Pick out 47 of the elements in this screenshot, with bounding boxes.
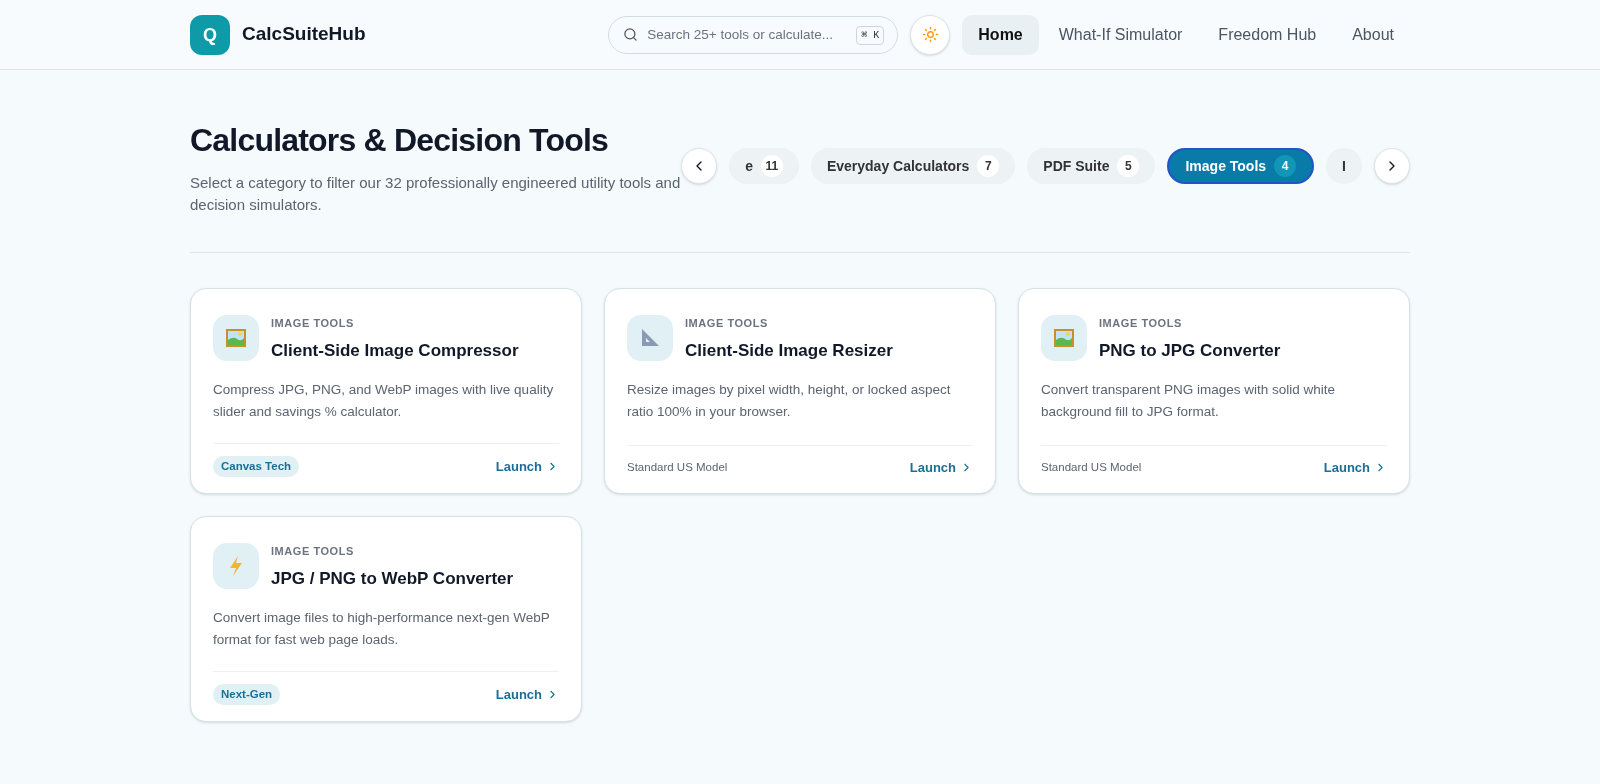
- card-tag: Canvas Tech: [213, 455, 300, 477]
- category-pill[interactable]: I: [1326, 148, 1362, 184]
- nav-link[interactable]: Home: [962, 14, 1039, 55]
- tool-card[interactable]: IMAGE TOOLS JPG / PNG to WebP Converter Convert image files to high-performance next-gen WebP format for fast web page loads. Next-Gen Launch: [190, 516, 582, 722]
- nav-link[interactable]: Freedom Hub: [1202, 14, 1333, 55]
- category-pill[interactable]: PDF Suite 5: [1027, 148, 1156, 184]
- card-description: Resize images by pixel width, height, or locked aspect ratio 100% in your browser.: [627, 381, 952, 421]
- card-description: Compress JPG, PNG, and WebP images with live quality slider and savings % calculator.: [213, 381, 555, 421]
- scroll-right-button[interactable]: [1374, 148, 1410, 184]
- tool-card[interactable]: IMAGE TOOLS PNG to JPG Converter Convert transparent PNG images with solid white background fill to JPG format. Standard US Model Launch: [1018, 288, 1410, 494]
- launch-link[interactable]: Launch: [909, 457, 973, 477]
- launch-link[interactable]: Launch: [495, 456, 559, 477]
- card-note: Standard US Model: [1041, 459, 1142, 475]
- card-title: PNG to JPG Converter: [1099, 339, 1281, 362]
- launch-link[interactable]: Launch: [495, 684, 559, 705]
- shortcut-key: ⌘ K: [856, 25, 885, 45]
- logo-icon: Q: [190, 14, 230, 55]
- card-note: Standard US Model: [627, 459, 728, 475]
- category-pill[interactable]: e 11: [729, 148, 799, 184]
- launch-link[interactable]: Launch: [1323, 457, 1387, 477]
- search-icon: [623, 26, 639, 42]
- card-tag: Next-Gen: [213, 683, 281, 705]
- card-category: IMAGE TOOLS: [271, 544, 355, 559]
- page-title: Calculators & Decision Tools: [190, 121, 609, 160]
- card-category: IMAGE TOOLS: [685, 316, 769, 331]
- brand-name: CalcSuiteHub: [242, 22, 366, 47]
- picture-frame-icon: [225, 328, 247, 348]
- card-title: Client-Side Image Compressor: [271, 339, 519, 362]
- card-category: IMAGE TOOLS: [1099, 316, 1183, 331]
- card-description: Convert image files to high-performance next-gen WebP format for fast web page loads.: [213, 609, 551, 649]
- tool-card[interactable]: IMAGE TOOLS Client-Side Image Resizer Resize images by pixel width, height, or locked aspect ratio 100% in your browser. Standard US Model Launch: [604, 288, 996, 494]
- card-category: IMAGE TOOLS: [271, 316, 355, 331]
- lightning-icon: [228, 555, 244, 577]
- card-title: JPG / PNG to WebP Converter: [271, 567, 514, 590]
- triangle-ruler-icon: [639, 327, 661, 349]
- sun-icon: [921, 26, 939, 43]
- tool-card[interactable]: IMAGE TOOLS Client-Side Image Compressor Compress JPG, PNG, and WebP images with live quality slider and savings % calculator. Canvas Tech Launch: [190, 288, 582, 494]
- page-subtitle: Select a category to filter our 32 professionally engineered utility tools and decision simulators.: [190, 173, 682, 215]
- category-pill[interactable]: Image Tools 4: [1167, 148, 1315, 184]
- card-title: Client-Side Image Resizer: [685, 339, 893, 362]
- card-description: Convert transparent PNG images with solid white background fill to JPG format.: [1041, 381, 1337, 421]
- nav-link[interactable]: What-If Simulator: [1042, 14, 1199, 55]
- picture-frame-icon: [1053, 328, 1075, 348]
- scroll-left-button[interactable]: [681, 148, 718, 184]
- nav-link[interactable]: About: [1336, 14, 1410, 55]
- theme-toggle-button[interactable]: [910, 14, 951, 55]
- category-pill[interactable]: Everyday Calculators 7: [810, 148, 1016, 184]
